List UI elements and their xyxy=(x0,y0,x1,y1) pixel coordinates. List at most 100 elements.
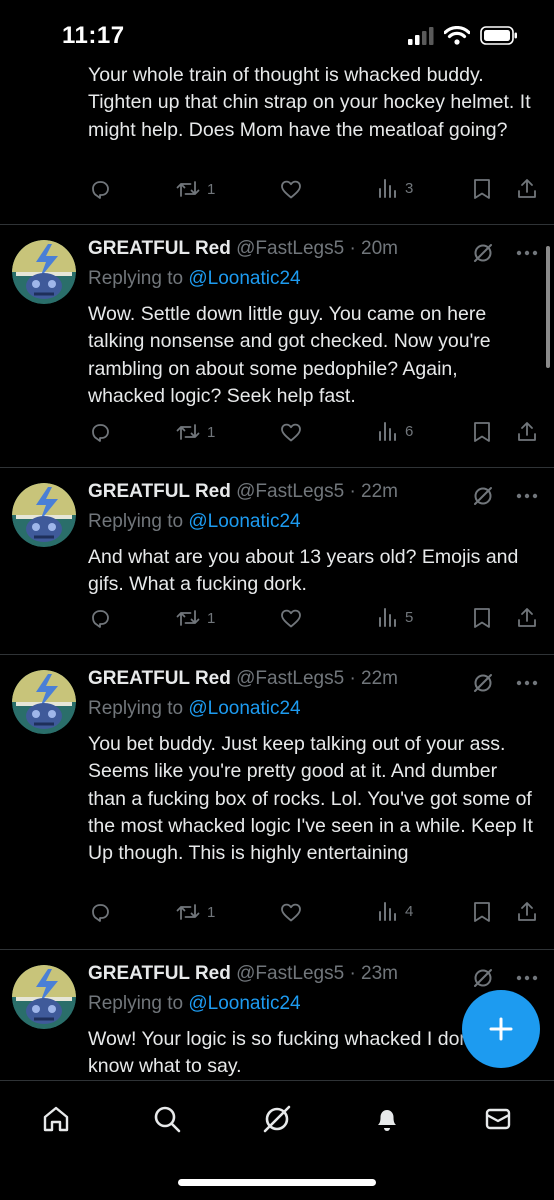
home-indicator[interactable] xyxy=(178,1179,376,1186)
reply-button[interactable] xyxy=(88,606,112,630)
views-count: 4 xyxy=(405,902,414,920)
reply-button[interactable] xyxy=(88,177,112,201)
like-button[interactable] xyxy=(279,420,303,444)
views-count: 3 xyxy=(405,179,414,197)
tweet-time: · 23m xyxy=(349,963,399,984)
tweet-item[interactable]: GREATFUL Red @FastLegs5 · 22m Replying t… xyxy=(0,467,554,655)
display-name[interactable]: GREATFUL Red xyxy=(88,238,231,259)
grok-icon xyxy=(263,1105,291,1133)
grok-icon[interactable] xyxy=(472,967,494,989)
retweet-button[interactable]: 1 xyxy=(175,177,215,201)
compose-button[interactable] xyxy=(462,990,540,1068)
scrollbar[interactable] xyxy=(546,246,550,368)
share-icon xyxy=(518,902,536,921)
search-icon xyxy=(154,1106,181,1133)
display-name[interactable]: GREATFUL Red xyxy=(88,668,231,689)
reply-button[interactable] xyxy=(88,420,112,444)
bookmark-button[interactable] xyxy=(471,900,493,924)
steal-your-face-avatar-icon xyxy=(12,670,76,734)
replying-to-label: Replying to xyxy=(88,993,189,1014)
reply-icon xyxy=(92,610,109,628)
more-icon[interactable] xyxy=(516,250,538,256)
user-handle[interactable]: @FastLegs5 xyxy=(236,963,344,984)
reply-feed[interactable]: Your whole train of thought is whacked b… xyxy=(0,66,554,1080)
status-bar: 11:17 xyxy=(0,0,554,66)
user-handle[interactable]: @FastLegs5 xyxy=(236,238,344,259)
reply-button[interactable] xyxy=(88,900,112,924)
avatar[interactable] xyxy=(12,483,76,547)
nav-search[interactable] xyxy=(149,1101,185,1137)
display-name[interactable]: GREATFUL Red xyxy=(88,481,231,502)
battery-icon xyxy=(480,26,517,45)
tweet-text: Your whole train of thought is whacked b… xyxy=(88,66,531,141)
replying-to: Replying to @Loonatic24 xyxy=(88,511,301,533)
tweet-time: · 20m xyxy=(349,238,399,259)
grok-icon[interactable] xyxy=(472,485,494,507)
share-button[interactable] xyxy=(515,606,539,630)
bookmark-button[interactable] xyxy=(471,606,493,630)
tweet-item[interactable]: GREATFUL Red @FastLegs5 · 22m Replying t… xyxy=(0,654,554,950)
like-button[interactable] xyxy=(279,177,303,201)
nav-home[interactable] xyxy=(38,1101,74,1137)
tweet-text: You bet buddy. Just keep talking out of … xyxy=(88,733,533,865)
bookmark-icon xyxy=(474,422,490,442)
views-count: 5 xyxy=(405,608,414,626)
retweet-icon xyxy=(176,610,200,626)
grok-icon[interactable] xyxy=(472,672,494,694)
reply-icon xyxy=(92,904,109,922)
tweet-item[interactable]: Your whole train of thought is whacked b… xyxy=(0,66,554,225)
bookmark-icon xyxy=(474,608,490,628)
views-count: 6 xyxy=(405,422,414,440)
share-button[interactable] xyxy=(515,420,539,444)
retweet-button[interactable]: 1 xyxy=(175,606,215,630)
steal-your-face-avatar-icon xyxy=(12,483,76,547)
tweet-text: Wow. Settle down little guy. You came on… xyxy=(88,303,491,407)
retweet-icon xyxy=(176,181,200,197)
compose-icon xyxy=(489,1017,513,1041)
mention-link[interactable]: @Loonatic24 xyxy=(188,268,300,289)
reply-icon xyxy=(92,181,109,199)
display-name[interactable]: GREATFUL Red xyxy=(88,963,231,984)
tweet-time: · 22m xyxy=(349,668,399,689)
tweet-top-icons xyxy=(472,967,538,989)
tweet-text: And what are you about 13 years old? Emo… xyxy=(88,546,519,596)
avatar[interactable] xyxy=(12,240,76,304)
like-button[interactable] xyxy=(279,606,303,630)
mention-link[interactable]: @Loonatic24 xyxy=(188,698,300,719)
bookmark-button[interactable] xyxy=(471,177,493,201)
views-button[interactable]: 4 xyxy=(377,900,413,922)
status-icons xyxy=(408,26,518,45)
retweet-button[interactable]: 1 xyxy=(175,900,215,924)
tweet-top-icons xyxy=(472,242,538,264)
share-icon xyxy=(518,608,536,627)
views-button[interactable]: 5 xyxy=(377,606,413,628)
replying-to-label: Replying to xyxy=(88,268,189,289)
mention-link[interactable]: @Loonatic24 xyxy=(188,511,300,532)
nav-messages[interactable] xyxy=(480,1101,516,1137)
avatar[interactable] xyxy=(12,670,76,734)
user-handle[interactable]: @FastLegs5 xyxy=(236,481,344,502)
mention-link[interactable]: @Loonatic24 xyxy=(188,993,300,1014)
views-icon xyxy=(379,179,396,198)
views-button[interactable]: 6 xyxy=(377,420,413,442)
grok-icon[interactable] xyxy=(472,242,494,264)
views-button[interactable]: 3 xyxy=(377,177,413,199)
more-icon[interactable] xyxy=(516,680,538,686)
tweet-actions: 1 5 xyxy=(88,606,538,632)
tweet-header: GREATFUL Red @FastLegs5 · 23m xyxy=(88,963,398,985)
more-icon[interactable] xyxy=(516,493,538,499)
avatar[interactable] xyxy=(12,965,76,1029)
retweet-count: 1 xyxy=(207,609,216,627)
tweet-item[interactable]: GREATFUL Red @FastLegs5 · 20m Replying t… xyxy=(0,224,554,468)
nav-notifications[interactable] xyxy=(369,1101,405,1137)
share-button[interactable] xyxy=(515,900,539,924)
retweet-button[interactable]: 1 xyxy=(175,420,215,444)
like-button[interactable] xyxy=(279,900,303,924)
nav-grok[interactable] xyxy=(259,1101,295,1137)
share-button[interactable] xyxy=(515,177,539,201)
tweet-top-icons xyxy=(472,485,538,507)
user-handle[interactable]: @FastLegs5 xyxy=(236,668,344,689)
bookmark-icon xyxy=(474,179,490,199)
more-icon[interactable] xyxy=(516,975,538,981)
bookmark-button[interactable] xyxy=(471,420,493,444)
